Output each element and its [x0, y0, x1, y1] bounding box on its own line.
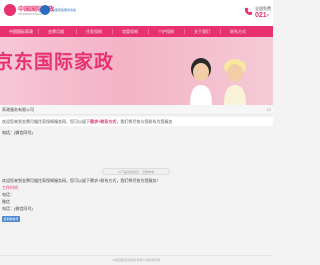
banner-title: 京东国际家政: [0, 52, 115, 73]
partner-logo-icon: [40, 5, 50, 15]
logo-icon[interactable]: [4, 4, 16, 16]
hero-banner: 京东国际家政: [0, 37, 273, 105]
partner-name: 中国家政服务协会: [52, 8, 77, 12]
nav-item-infant-nanny[interactable]: 育婴保姆: [116, 26, 144, 37]
header: 中国国际家政 INTERNATIONAL 中国家政服务协会 全国免费 021-: [0, 0, 273, 26]
message-line: 工作时间: [2, 185, 18, 190]
notice-prefix: 欢迎您来到金牌月嫂住家保姆服务网，您可以留下: [2, 119, 90, 124]
message-line: 微信: [2, 199, 10, 204]
company-tag: 12: [266, 107, 271, 112]
welcome-notice: 欢迎您来到金牌月嫂住家保姆服务网，您可以留下需求+联系方式，我们将尽快与您联系为…: [0, 117, 273, 126]
nav-divider: [38, 29, 39, 34]
nav-divider: [148, 29, 149, 34]
message-line: 电话：: [2, 192, 14, 197]
notice-suffix: ，我们将尽快与您联系为您服务: [116, 119, 173, 124]
housekeeper-photo: [224, 59, 246, 105]
company-name: 家政服务有限公司: [2, 107, 34, 112]
page: 中国国际家政 INTERNATIONAL 中国家政服务协会 全国免费 021- …: [0, 0, 273, 265]
contact-label: 电话：(微信同号): [2, 130, 33, 135]
nav-divider: [220, 29, 221, 34]
company-bar: 家政服务有限公司 12: [0, 105, 273, 115]
housekeeper-photo: [190, 58, 212, 105]
footer-divider: [0, 255, 273, 256]
nav-item-care-nanny[interactable]: 个护保姆: [152, 26, 180, 37]
nav-divider: [112, 29, 113, 34]
footer-copyright: 中国国际家政服务有限公司版权所有: [112, 258, 161, 262]
nav-item-home[interactable]: 中国国际家政: [6, 26, 36, 37]
nav-divider: [76, 29, 77, 34]
main-nav: 中国国际家政 金牌月嫂 住家保姆 育婴保姆 个护保姆 关于我们 联系方式: [0, 26, 273, 37]
notice-highlight: 需求+联系方式: [90, 119, 117, 124]
nav-item-contact[interactable]: 联系方式: [224, 26, 252, 37]
phone-icon: [244, 7, 253, 16]
nav-item-live-in-nanny[interactable]: 住家保姆: [80, 26, 108, 37]
phone-number[interactable]: 021-: [255, 12, 269, 19]
copy-wechat-button[interactable]: 复制微信号: [2, 216, 20, 222]
message-line: 欢迎您来到金牌月嫂住家保姆服务网，您可以留下需求+联系方式，我们将尽快为您服务！: [2, 178, 161, 183]
nav-divider: [184, 29, 185, 34]
system-message-divider: 以下是系统消息，仅供参考: [102, 168, 170, 175]
nav-item-about[interactable]: 关于我们: [188, 26, 216, 37]
logo-subtitle: INTERNATIONAL: [18, 12, 42, 16]
nav-item-maternity-nanny[interactable]: 金牌月嫂: [42, 26, 70, 37]
message-line: 电话：(微信同号): [2, 206, 33, 211]
notice-text: 欢迎您来到金牌月嫂住家保姆服务网，您可以留下需求+联系方式，我们将尽快与您联系为…: [2, 119, 172, 125]
